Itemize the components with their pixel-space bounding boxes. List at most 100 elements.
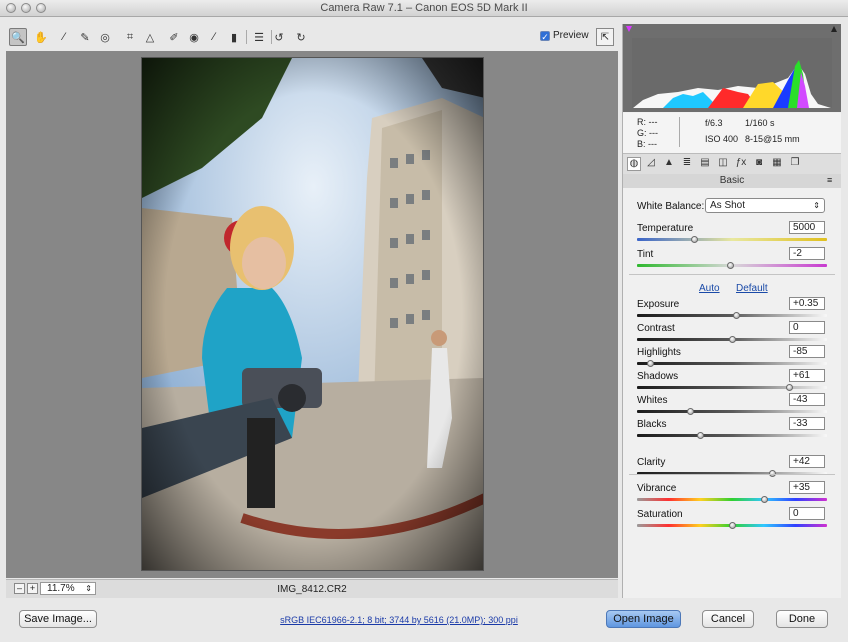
tab-snapshots-icon[interactable]: ❐ (789, 157, 801, 169)
contrast-value[interactable]: 0 (789, 321, 825, 334)
bottom-bar: Save Image... sRGB IEC61966-2.1; 8 bit; … (0, 600, 848, 642)
auto-link[interactable]: Auto (699, 283, 720, 294)
tab-camera-calibration-icon[interactable]: ◙ (753, 157, 765, 169)
whites-slider-thumb[interactable] (687, 408, 695, 415)
targeted-adjustment-icon: ◎ (100, 31, 110, 44)
lens-info: 8-15@15 mm (745, 134, 800, 144)
minimize-window-button[interactable] (21, 3, 31, 13)
status-bar: – + 11.7% ⇕ IMG_8412.CR2 (6, 579, 618, 598)
zoom-tool[interactable]: 🔍 (9, 28, 27, 46)
blacks-value[interactable]: -33 (789, 417, 825, 430)
fullscreen-icon: ⇱ (600, 31, 610, 43)
rotate-right-tool[interactable]: ↻ (292, 28, 310, 46)
white-balance-value: As Shot (710, 200, 746, 211)
color-sampler-icon: ✎ (80, 31, 90, 44)
iso-value: ISO 400 (705, 134, 739, 144)
highlight-clipping-warning[interactable] (831, 26, 837, 32)
vibrance-value[interactable]: +35 (789, 481, 825, 494)
panel-menu-icon[interactable]: ≡ (827, 175, 832, 185)
zoom-window-button[interactable] (36, 3, 46, 13)
preferences-tool[interactable]: ☰ (250, 28, 268, 46)
hand-tool[interactable]: ✋ (32, 28, 50, 46)
fullscreen-button[interactable]: ⇱ (596, 28, 614, 46)
highlights-value[interactable]: -85 (789, 345, 825, 358)
g-label: G: (637, 128, 647, 138)
shadows-slider-track[interactable] (637, 386, 827, 389)
white-balance-tool[interactable]: ⁄ (55, 28, 73, 46)
blacks-slider-thumb[interactable] (696, 432, 704, 439)
tool-bar: 🔍 ✋ ⁄ ✎ ◎ ⌗ △ ✐ ◉ ∕ ▮ ☰ ↺ ↻ (6, 25, 618, 49)
shadow-clipping-warning[interactable] (626, 26, 632, 32)
vibrance-slider-thumb[interactable] (761, 496, 769, 503)
photo-preview (141, 57, 484, 571)
crop-tool[interactable]: ⌗ (121, 28, 139, 46)
whites-label: Whites (637, 395, 668, 406)
tint-value[interactable]: -2 (789, 247, 825, 260)
close-window-button[interactable] (6, 3, 16, 13)
straighten-tool[interactable]: △ (141, 28, 159, 46)
tab-lens-corrections-icon[interactable]: ◫ (717, 157, 729, 169)
default-link[interactable]: Default (736, 283, 768, 294)
red-eye-tool[interactable]: ◉ (185, 28, 203, 46)
contrast-slider-thumb[interactable] (729, 336, 736, 343)
vibrance-slider-track[interactable] (637, 498, 827, 501)
section-title: Basic (623, 174, 841, 188)
white-balance-select[interactable]: As Shot ⇕ (705, 198, 825, 213)
straighten-icon: △ (145, 31, 155, 44)
saturation-slider-thumb[interactable] (729, 522, 736, 529)
temperature-slider-thumb[interactable] (691, 236, 698, 243)
clarity-label: Clarity (637, 457, 666, 468)
shadows-label: Shadows (637, 371, 679, 382)
shadows-slider-thumb[interactable] (786, 384, 793, 391)
done-button[interactable]: Done (776, 610, 828, 628)
r-label: R: (637, 117, 646, 127)
tab-detail-icon[interactable]: ▲ (663, 157, 675, 169)
workflow-options-link[interactable]: sRGB IEC61966-2.1; 8 bit; 3744 by 5616 (… (274, 615, 524, 625)
section-divider (629, 274, 835, 275)
open-image-button[interactable]: Open Image (606, 610, 681, 628)
tab-presets-icon[interactable]: ▦ (771, 157, 783, 169)
window-title: Camera Raw 7.1 – Canon EOS 5D Mark II (320, 2, 528, 14)
shadows-value[interactable]: +61 (789, 369, 825, 382)
tab-tone-curve-icon[interactable]: ◿ (645, 157, 657, 169)
tab-effects-icon[interactable]: ƒx (735, 157, 747, 169)
tint-label: Tint (637, 249, 654, 260)
preview-toggle[interactable]: ✓ Preview (540, 30, 589, 42)
exposure-label: Exposure (637, 299, 680, 310)
temperature-slider-track[interactable] (637, 238, 827, 241)
rotate-right-icon: ↻ (296, 31, 306, 44)
b-label: B: (637, 139, 646, 149)
exposure-value[interactable]: +0.35 (789, 297, 825, 310)
stepper-icon: ⇕ (813, 201, 820, 210)
whites-value[interactable]: -43 (789, 393, 825, 406)
whites-slider-track[interactable] (637, 410, 827, 413)
clarity-value[interactable]: +42 (789, 455, 825, 468)
tab-split-toning-icon[interactable]: ▤ (699, 157, 711, 169)
adjustment-brush-tool[interactable]: ∕ (205, 28, 223, 46)
color-sampler-tool[interactable]: ✎ (76, 28, 94, 46)
tab-hsl-icon[interactable]: ≣ (681, 157, 693, 169)
temperature-value[interactable]: 5000 (789, 221, 825, 234)
cancel-button[interactable]: Cancel (702, 610, 754, 628)
spot-removal-tool[interactable]: ✐ (165, 28, 183, 46)
tab-basic-icon[interactable]: ◍ (627, 157, 641, 171)
white-balance-label: White Balance: (637, 201, 705, 212)
blacks-slider-track[interactable] (637, 434, 827, 437)
temperature-label: Temperature (637, 223, 694, 234)
highlights-slider-thumb[interactable] (647, 360, 655, 367)
image-canvas[interactable] (6, 51, 618, 578)
b-value: --- (648, 139, 658, 149)
rotate-left-tool[interactable]: ↺ (270, 28, 288, 46)
tint-slider-thumb[interactable] (727, 262, 735, 269)
targeted-adjustment-tool[interactable]: ◎ (96, 28, 114, 46)
g-value: --- (649, 128, 659, 138)
graduated-filter-tool[interactable]: ▮ (225, 28, 243, 46)
exposure-slider-thumb[interactable] (732, 312, 740, 319)
histogram (623, 24, 841, 112)
highlights-slider-track[interactable] (637, 362, 827, 365)
blacks-label: Blacks (637, 419, 667, 430)
graduated-filter-icon: ▮ (230, 31, 238, 44)
preview-checkbox[interactable]: ✓ (540, 30, 550, 42)
saturation-value[interactable]: 0 (789, 507, 825, 520)
save-image-button[interactable]: Save Image... (19, 610, 97, 628)
